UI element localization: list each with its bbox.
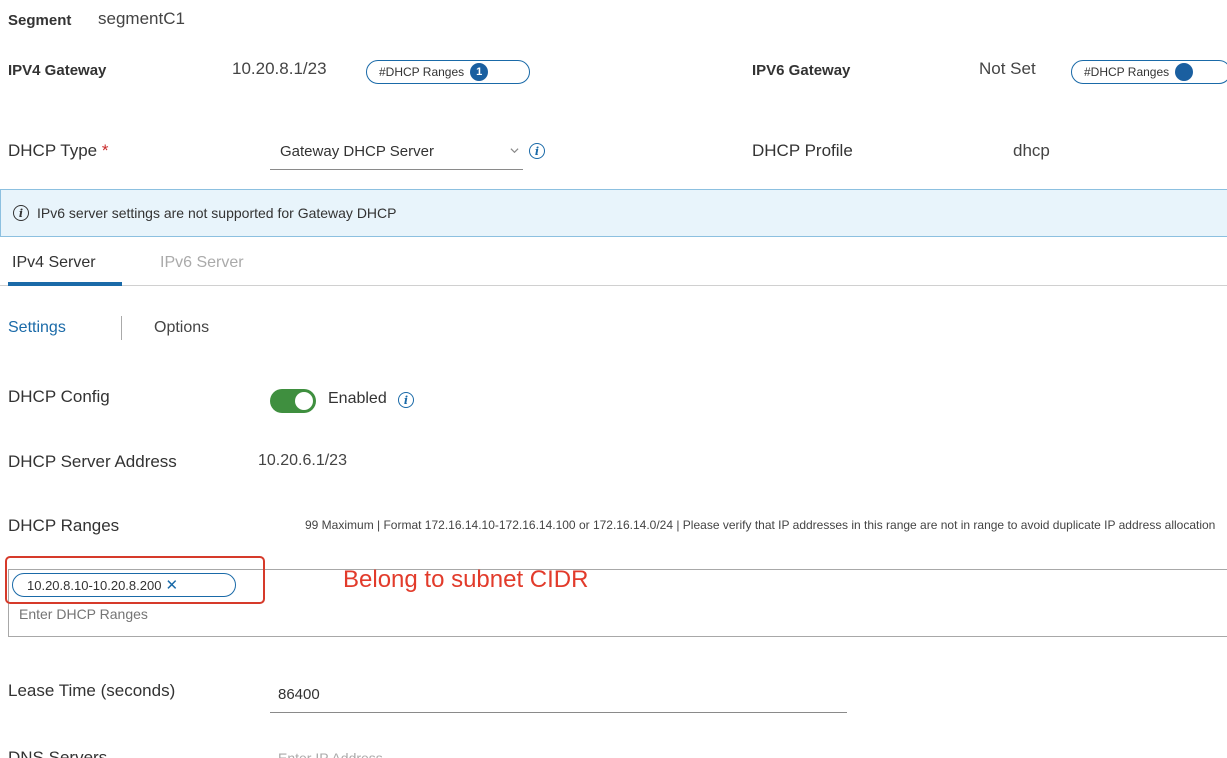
ipv4-gateway-value: 10.20.8.1/23 [232, 59, 327, 78]
tab-ipv6-server[interactable]: IPv6 Server [160, 254, 244, 272]
segment-label: Segment [8, 12, 72, 29]
dhcp-config-info-icon[interactable]: i [398, 392, 414, 408]
segment-value: segmentC1 [98, 9, 185, 28]
dhcp-profile-label: DHCP Profile [752, 141, 853, 160]
dhcp-config-panel: Segment segmentC1 IPV4 Gateway 10.20.8.1… [0, 0, 1227, 758]
banner-text: IPv6 server settings are not supported f… [37, 205, 397, 221]
ipv4-dhcp-ranges-pill[interactable]: #DHCP Ranges 1 [366, 60, 530, 84]
lease-time-label: Lease Time (seconds) [8, 681, 176, 700]
annotation-text: Belong to subnet CIDR [343, 566, 589, 593]
ipv6-gateway-label: IPV6 Gateway [752, 62, 851, 79]
dns-servers-placeholder[interactable]: Enter IP Address [278, 750, 383, 758]
dns-servers-label: DNS Servers [8, 748, 108, 758]
ipv4-pill-count: 1 [470, 63, 489, 81]
tab-ipv4-server[interactable]: IPv4 Server [12, 254, 96, 272]
toggle-knob [295, 392, 313, 410]
subtab-options[interactable]: Options [154, 319, 209, 337]
ipv4-gateway-label: IPV4 Gateway [8, 62, 107, 79]
dhcp-type-select[interactable]: Gateway DHCP Server [270, 134, 523, 170]
required-mark: * [101, 141, 109, 160]
lease-time-value: 86400 [278, 686, 320, 703]
dhcp-profile-value: dhcp [1013, 141, 1050, 160]
dhcp-config-toggle[interactable] [270, 389, 316, 413]
server-address-value: 10.20.6.1/23 [258, 452, 347, 469]
lease-time-input[interactable]: 86400 [270, 677, 847, 713]
ipv6-gateway-value: Not Set [979, 59, 1036, 78]
server-address-label: DHCP Server Address [8, 452, 177, 471]
dhcp-ranges-hint: 99 Maximum | Format 172.16.14.10-172.16.… [305, 518, 1216, 532]
active-tab-indicator [8, 282, 122, 286]
ipv6-pill-label: #DHCP Ranges [1084, 65, 1170, 79]
dhcp-type-value: Gateway DHCP Server [280, 143, 434, 160]
server-tabs: IPv4 Server IPv6 Server [0, 242, 1227, 286]
dhcp-ranges-label: DHCP Ranges [8, 516, 120, 535]
dhcp-ranges-input[interactable] [19, 606, 419, 622]
info-banner: i IPv6 server settings are not supported… [0, 189, 1227, 237]
ipv4-pill-label: #DHCP Ranges [379, 65, 465, 79]
ipv6-pill-count [1175, 63, 1194, 81]
subtab-divider [121, 316, 122, 340]
dhcp-config-label: DHCP Config [8, 387, 110, 406]
info-icon: i [13, 205, 29, 221]
subtab-settings[interactable]: Settings [8, 319, 66, 337]
chevron-down-icon [510, 148, 519, 154]
dhcp-type-label: DHCP Type * [8, 141, 109, 160]
dhcp-type-info-icon[interactable]: i [529, 143, 545, 159]
toggle-status-label: Enabled [328, 390, 387, 407]
ipv6-dhcp-ranges-pill[interactable]: #DHCP Ranges [1071, 60, 1227, 84]
annotation-highlight-box [5, 556, 265, 604]
